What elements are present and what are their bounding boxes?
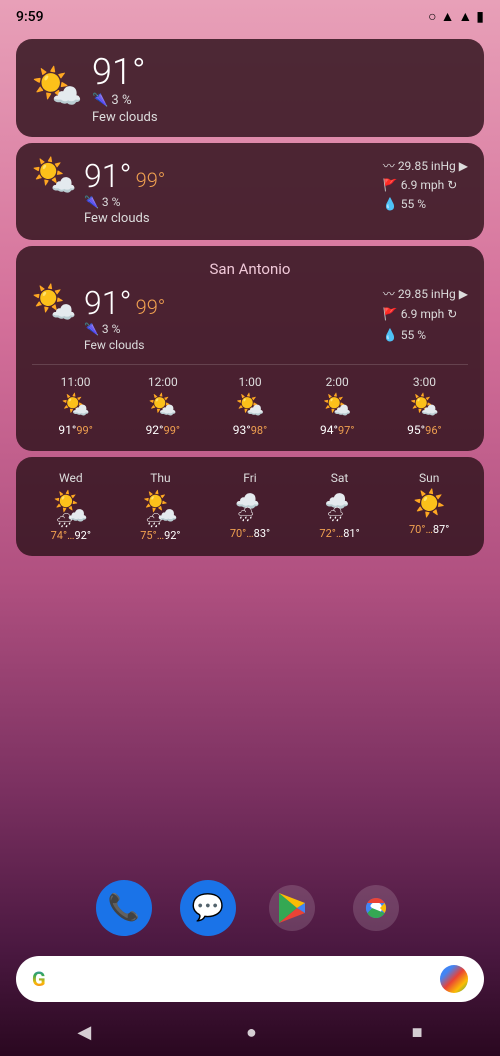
google-search-bar[interactable]: G <box>16 956 484 1002</box>
weather-widget-medium[interactable]: ☀️ ☁️ 91° 99° 🌂 3 % Few clouds 〰 29.85 i… <box>16 143 484 240</box>
time: 9:59 <box>16 9 44 25</box>
hour-item: 11:00 ☀️ ☁️ 91°99° <box>32 375 119 437</box>
phone-app[interactable]: 📞 <box>96 880 152 936</box>
weather-widget-small[interactable]: ☀️ ☁️ 91° 🌂 3 % Few clouds <box>16 39 484 137</box>
temp-lo-medium: 99° <box>136 168 166 192</box>
rain-large: 🌂 3 % <box>84 322 165 336</box>
weather-icon-large: ☀️ ☁️ <box>32 284 76 324</box>
weather-widget-large[interactable]: San Antonio ☀️ ☁️ 91° 99° 🌂 3 % Few clou… <box>16 246 484 451</box>
temp-small: 91° <box>92 51 158 93</box>
condition-medium: Few clouds <box>84 211 165 226</box>
google-assistant-icon[interactable] <box>440 965 468 993</box>
weather-details-medium: 〰 29.85 inHg ▶ 🚩 6.9 mph ↻ 💧 55 % <box>383 157 468 215</box>
wifi-icon: ▲ <box>441 8 455 25</box>
hour-item: 1:00 ☀️ ☁️ 93°98° <box>206 375 293 437</box>
weather-details-large: 〰 29.85 inHg ▶ 🚩 6.9 mph ↻ 💧 55 % <box>383 284 468 345</box>
location-large: San Antonio <box>32 260 468 278</box>
weather-icon-medium: ☀️ ☁️ <box>32 157 76 197</box>
condition-large: Few clouds <box>84 338 165 352</box>
home-button[interactable]: ● <box>246 1022 257 1043</box>
day-item: Sat ☁️ 🌧 72°…81° <box>295 471 385 542</box>
hour-item: 12:00 ☀️ ☁️ 92°99° <box>119 375 206 437</box>
day-item: Wed ☀️ ☁️ 🌧 74°…92° <box>26 471 116 542</box>
condition-small: Few clouds <box>92 110 158 125</box>
day-item: Sun ☀️ 70°…87° <box>384 471 474 542</box>
battery-icon: ▮ <box>476 9 484 25</box>
recents-button[interactable]: ■ <box>412 1022 423 1043</box>
rain-medium: 🌂 3 % <box>84 195 165 209</box>
day-item: Fri ☁️ 🌧 70°…83° <box>205 471 295 542</box>
temp-lo-large: 99° <box>136 295 166 319</box>
chrome-app[interactable] <box>348 880 404 936</box>
rain-small: 🌂 3 % <box>92 93 158 108</box>
temp-hi-large: 91° <box>84 284 132 322</box>
google-g-icon: G <box>32 967 46 991</box>
messages-app[interactable]: 💬 <box>180 880 236 936</box>
day-item: Thu ☀️ ☁️ 🌧 75°…92° <box>116 471 206 542</box>
hour-item: 2:00 ☀️ ☁️ 94°97° <box>294 375 381 437</box>
back-button[interactable]: ◀ <box>77 1022 91 1043</box>
hourly-forecast: 11:00 ☀️ ☁️ 91°99° 12:00 ☀️ ☁️ 92°99° 1:… <box>32 364 468 437</box>
weather-icon-small: ☀️ ☁️ <box>32 66 82 110</box>
status-icons: ○ ▲ ▲ ▮ <box>428 8 484 25</box>
signal-icon: ▲ <box>458 8 472 25</box>
play-store-app[interactable] <box>264 880 320 936</box>
hour-item: 3:00 ☀️ ☁️ 95°96° <box>381 375 468 437</box>
navigation-bar: ◀ ● ■ <box>0 1008 500 1056</box>
app-dock: 📞 💬 <box>0 880 500 936</box>
weekly-forecast: Wed ☀️ ☁️ 🌧 74°…92° Thu ☀️ ☁️ 🌧 75°…92° … <box>26 471 474 542</box>
temp-hi-medium: 91° <box>84 157 132 195</box>
circle-icon: ○ <box>428 8 436 25</box>
weather-widget-weekly[interactable]: Wed ☀️ ☁️ 🌧 74°…92° Thu ☀️ ☁️ 🌧 75°…92° … <box>16 457 484 556</box>
status-bar: 9:59 ○ ▲ ▲ ▮ <box>0 0 500 33</box>
